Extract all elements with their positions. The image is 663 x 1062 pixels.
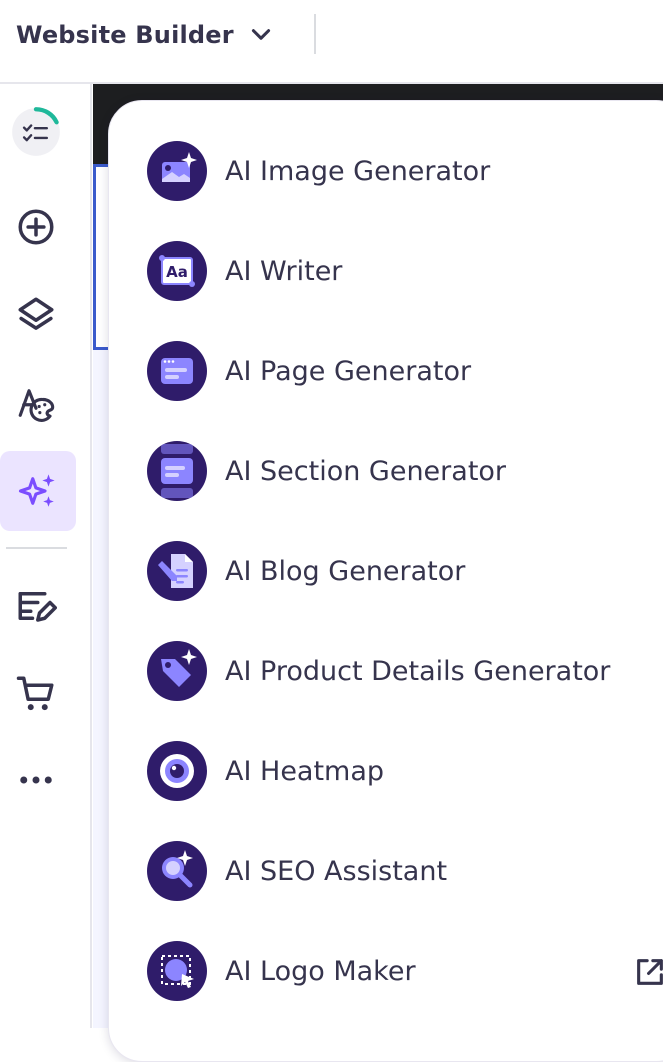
topbar-divider bbox=[314, 14, 316, 54]
more-icon bbox=[20, 776, 52, 784]
menu-item-ai-product-details-generator[interactable]: AI Product Details Generator bbox=[147, 631, 663, 711]
layers-icon bbox=[18, 297, 54, 330]
rail-ai-tools-button[interactable] bbox=[0, 451, 76, 531]
rail-store-button[interactable] bbox=[0, 658, 72, 730]
menu-item-label: AI Product Details Generator bbox=[225, 655, 611, 687]
rail-checklist-button[interactable] bbox=[0, 96, 72, 168]
document-pencil-icon bbox=[147, 541, 207, 601]
menu-item-ai-section-generator[interactable]: AI Section Generator bbox=[147, 431, 663, 511]
text-aa-icon: Aa bbox=[147, 241, 207, 301]
sparkles-icon bbox=[18, 474, 55, 507]
menu-item-ai-heatmap[interactable]: AI Heatmap bbox=[147, 731, 663, 811]
rail-divider bbox=[6, 547, 67, 549]
menu-item-ai-logo-maker[interactable]: AI Logo Maker bbox=[147, 931, 663, 1011]
checklist-icon bbox=[12, 107, 60, 156]
rail-more-button[interactable] bbox=[0, 744, 72, 816]
edit-list-icon bbox=[18, 592, 57, 622]
cart-icon bbox=[16, 676, 54, 711]
menu-item-label: AI Section Generator bbox=[225, 455, 507, 487]
section-icon bbox=[147, 441, 207, 501]
menu-item-label: AI Image Generator bbox=[225, 155, 491, 187]
menu-item-label: AI Page Generator bbox=[225, 355, 472, 387]
menu-item-ai-page-generator[interactable]: AI Page Generator bbox=[147, 331, 663, 411]
menu-item-ai-seo-assistant[interactable]: AI SEO Assistant bbox=[147, 831, 663, 911]
app-title: Website Builder bbox=[16, 21, 234, 49]
tag-sparkle-icon bbox=[147, 641, 207, 701]
menu-item-label: AI Blog Generator bbox=[225, 555, 466, 587]
search-sparkle-icon bbox=[147, 841, 207, 901]
browser-page-icon bbox=[147, 341, 207, 401]
menu-item-label: AI Writer bbox=[225, 255, 343, 287]
rail-blog-button[interactable] bbox=[0, 570, 72, 642]
chevron-down-icon bbox=[251, 29, 270, 40]
menu-item-label: AI SEO Assistant bbox=[225, 855, 448, 887]
rail-styles-button[interactable] bbox=[0, 367, 72, 439]
menu-item-ai-writer[interactable]: Aa AI Writer bbox=[147, 231, 663, 311]
logo-cursor-icon bbox=[147, 941, 207, 1001]
external-link-icon[interactable] bbox=[633, 955, 663, 989]
image-sparkle-icon bbox=[147, 141, 207, 201]
menu-item-label: AI Logo Maker bbox=[225, 955, 416, 987]
rail-add-elements-button[interactable] bbox=[0, 191, 72, 263]
menu-item-label: AI Heatmap bbox=[225, 755, 385, 787]
rail-layers-button[interactable] bbox=[0, 279, 72, 351]
eye-icon bbox=[147, 741, 207, 801]
plus-circle-icon bbox=[18, 209, 54, 245]
menu-item-ai-image-generator[interactable]: AI Image Generator bbox=[147, 131, 663, 211]
svg-text:Aa: Aa bbox=[166, 263, 188, 281]
app-switcher[interactable]: Website Builder bbox=[16, 16, 274, 54]
ai-tools-menu: AI Image Generator Aa AI Writer AI Page … bbox=[108, 100, 663, 1062]
left-rail bbox=[0, 84, 92, 1028]
top-bar: Website Builder bbox=[0, 0, 663, 84]
menu-item-ai-blog-generator[interactable]: AI Blog Generator bbox=[147, 531, 663, 611]
font-palette-icon bbox=[18, 389, 55, 422]
